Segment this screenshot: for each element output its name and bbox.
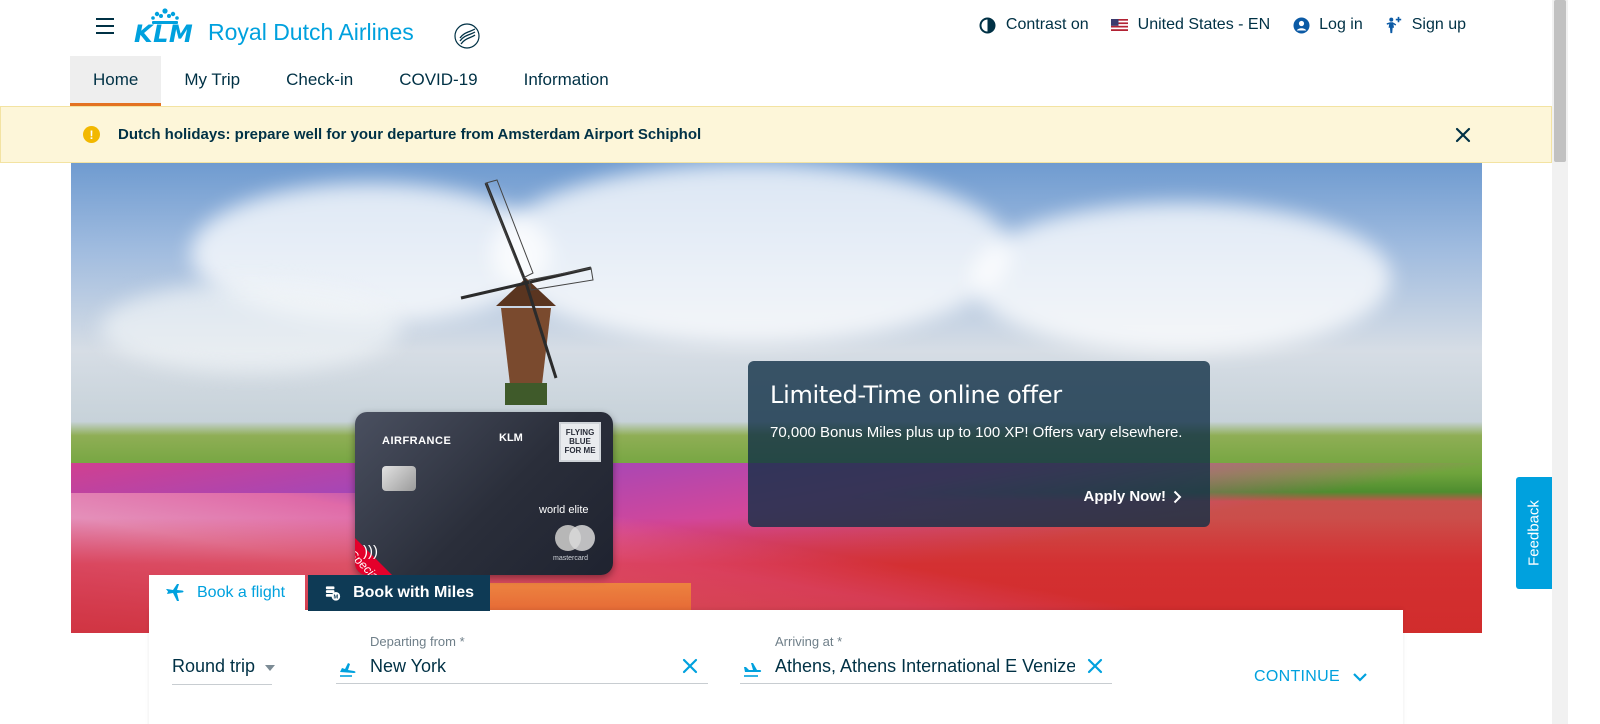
klm-logo[interactable]: KLM Royal Dutch Airlines (134, 6, 414, 50)
klm-mark: KLM (134, 6, 198, 50)
offer-panel: Limited-Time online offer 70,000 Bonus M… (748, 361, 1210, 527)
page: KLM Royal Dutch Airlines Contrast on Uni… (0, 0, 1600, 724)
departing-field[interactable]: Departing from * New York (336, 634, 708, 684)
contactless-icon: ))) (363, 543, 378, 560)
feedback-button[interactable]: Feedback (1516, 477, 1552, 589)
contrast-toggle[interactable]: Contrast on (979, 16, 1089, 34)
book-with-miles-label: Book with Miles (353, 584, 474, 601)
caret-down-icon (265, 664, 276, 671)
airfrance-logo: AIRFRANCE (382, 435, 452, 447)
plane-icon (166, 584, 184, 601)
hero-cloud (101, 283, 401, 373)
clear-arriving-icon[interactable] (1085, 656, 1105, 676)
flying-blue-logo: FLYING BLUE FOR ME (559, 422, 601, 462)
offer-text: 70,000 Bonus Miles plus up to 100 XP! Of… (770, 424, 1183, 441)
person-plus-icon (1385, 16, 1403, 34)
mastercard-logo-icon (555, 525, 595, 551)
tab-book-with-miles[interactable]: M Book with Miles (308, 575, 490, 611)
tab-check-in[interactable]: Check-in (263, 56, 376, 106)
user-circle-icon (1292, 16, 1310, 34)
continue-button[interactable]: CONTINUE (1254, 668, 1368, 686)
main-nav: Home My Trip Check-in COVID-19 Informati… (70, 56, 632, 106)
miles-icon: M (325, 586, 341, 601)
departing-value: New York (370, 656, 447, 676)
signup-label: Sign up (1411, 16, 1466, 33)
mastercard-label: mastercard (553, 555, 589, 562)
arriving-label: Arriving at * (775, 634, 843, 649)
hamburger-icon[interactable] (96, 18, 118, 38)
tab-my-trip[interactable]: My Trip (161, 56, 263, 106)
alert-text[interactable]: Dutch holidays: prepare well for your de… (118, 126, 701, 143)
feedback-label: Feedback (1525, 500, 1543, 566)
windmill-graphic (460, 179, 594, 405)
hero-banner: AIRFRANCE KLM FLYING BLUE FOR ME world e… (71, 163, 1482, 633)
apply-now-label: Apply Now! (1083, 488, 1167, 505)
contrast-icon (979, 16, 997, 34)
card-chip (382, 466, 416, 491)
close-icon[interactable] (1452, 124, 1474, 146)
logo-text: KLM (134, 20, 194, 48)
alert-banner: ! Dutch holidays: prepare well for your … (0, 106, 1552, 163)
arriving-value: Athens, Athens International E Venizelos (775, 656, 1075, 676)
clear-departing-icon[interactable] (680, 656, 700, 676)
plane-landing-icon (744, 663, 762, 677)
contrast-label: Contrast on (1005, 16, 1089, 33)
tab-book-a-flight[interactable]: Book a flight (149, 575, 305, 611)
locale-label: United States - EN (1137, 16, 1271, 33)
arriving-field[interactable]: Arriving at * Athens, Athens Internation… (740, 634, 1112, 684)
scrollbar-thumb[interactable] (1554, 0, 1566, 162)
login-link[interactable]: Log in (1292, 16, 1363, 34)
trip-type-underline (172, 684, 272, 685)
continue-label: CONTINUE (1254, 668, 1340, 685)
signup-link[interactable]: Sign up (1385, 16, 1466, 34)
us-flag-icon (1111, 16, 1129, 34)
plane-takeoff-icon (340, 663, 356, 677)
chevron-down-icon (1353, 673, 1367, 682)
tab-covid-19[interactable]: COVID-19 (376, 56, 500, 106)
warning-icon: ! (83, 126, 100, 143)
departing-label: Departing from * (370, 634, 465, 649)
header-utility-nav: Contrast on United States - EN Log in Si… (979, 16, 1466, 34)
tab-home[interactable]: Home (70, 56, 162, 106)
credit-card-image[interactable]: AIRFRANCE KLM FLYING BLUE FOR ME world e… (355, 412, 613, 575)
login-label: Log in (1319, 16, 1363, 33)
world-elite-label: world elite (539, 504, 589, 516)
svg-text:M: M (333, 595, 338, 601)
trip-type-value: Round trip (172, 656, 256, 676)
locale-selector[interactable]: United States - EN (1111, 16, 1271, 34)
trip-type-select[interactable]: Round trip (172, 656, 276, 677)
skyteam-icon (454, 23, 480, 49)
card-klm-logo: KLM (499, 432, 523, 444)
apply-now-link[interactable]: Apply Now! (1084, 488, 1183, 505)
tab-information[interactable]: Information (501, 56, 632, 106)
site-header: KLM Royal Dutch Airlines Contrast on Uni… (0, 0, 1584, 56)
book-a-flight-label: Book a flight (197, 584, 286, 601)
offer-title: Limited-Time online offer (770, 381, 1062, 409)
brand-name: Royal Dutch Airlines (208, 19, 414, 45)
chevron-right-icon (1173, 490, 1182, 503)
hero-cloud (971, 203, 1391, 353)
